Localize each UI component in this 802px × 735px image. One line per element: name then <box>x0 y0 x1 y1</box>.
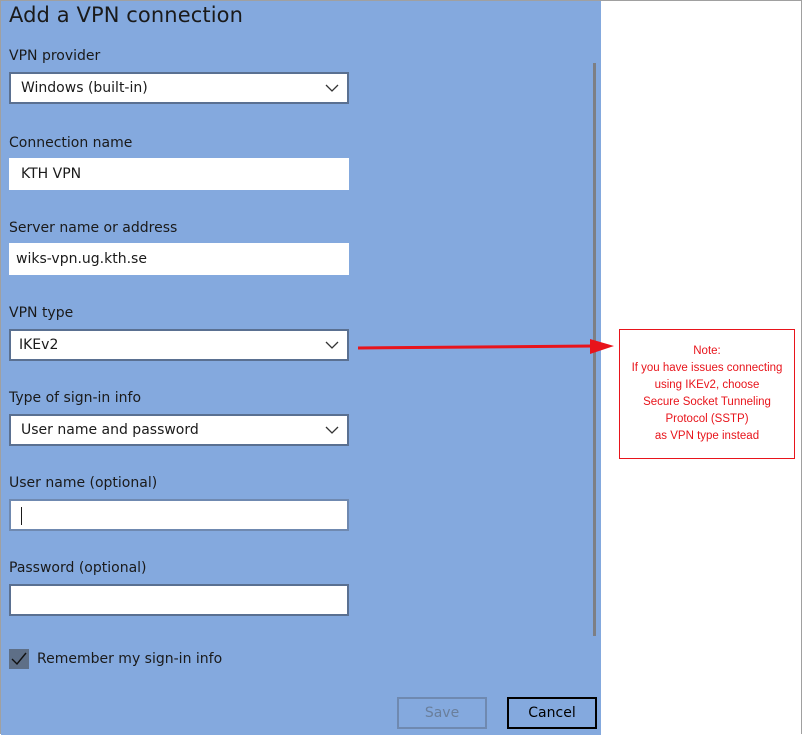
vpn-type-dropdown[interactable]: IKEv2 <box>9 329 349 361</box>
connection-name-label: Connection name <box>9 135 133 151</box>
connection-name-input[interactable]: KTH VPN <box>9 158 349 190</box>
remember-label[interactable]: Remember my sign-in info <box>37 651 222 667</box>
note-line: Note: <box>693 345 721 357</box>
note-line: using IKEv2, choose <box>654 379 760 391</box>
chevron-down-icon <box>325 341 339 349</box>
note-line: Protocol (SSTP) <box>665 413 749 425</box>
vpn-provider-label: VPN provider <box>9 48 101 64</box>
chevron-down-icon <box>325 84 339 92</box>
note-line: Secure Socket Tunneling <box>643 396 771 408</box>
username-input[interactable] <box>9 499 349 531</box>
annotation-note: Note: If you have issues connecting usin… <box>619 329 795 459</box>
vpn-type-label: VPN type <box>9 305 74 321</box>
connection-name-value: KTH VPN <box>21 166 82 182</box>
text-cursor <box>21 507 22 525</box>
cancel-button[interactable]: Cancel <box>507 697 597 729</box>
server-address-input[interactable]: wiks-vpn.ug.kth.se <box>9 243 349 275</box>
note-line: If you have issues connecting <box>631 362 783 374</box>
password-input[interactable] <box>9 584 349 616</box>
signin-type-dropdown[interactable]: User name and password <box>9 414 349 446</box>
annotation-arrow <box>358 339 614 354</box>
signin-type-label: Type of sign-in info <box>9 390 142 406</box>
signin-type-value: User name and password <box>21 422 199 438</box>
save-button[interactable]: Save <box>397 697 487 729</box>
password-label: Password (optional) <box>9 560 147 576</box>
vpn-type-value: IKEv2 <box>19 337 59 353</box>
chevron-down-icon <box>325 426 339 434</box>
note-line: as VPN type instead <box>654 430 760 442</box>
server-address-value: wiks-vpn.ug.kth.se <box>16 251 147 267</box>
checkmark-icon <box>11 652 27 666</box>
username-label: User name (optional) <box>9 475 158 491</box>
dialog-title: Add a VPN connection <box>9 3 243 27</box>
vpn-provider-dropdown[interactable]: Windows (built-in) <box>9 72 349 104</box>
remember-checkbox[interactable] <box>9 649 29 669</box>
vpn-dialog-panel: Add a VPN connection VPN provider Window… <box>1 1 601 735</box>
vpn-provider-value: Windows (built-in) <box>21 80 148 96</box>
server-label: Server name or address <box>9 220 178 236</box>
